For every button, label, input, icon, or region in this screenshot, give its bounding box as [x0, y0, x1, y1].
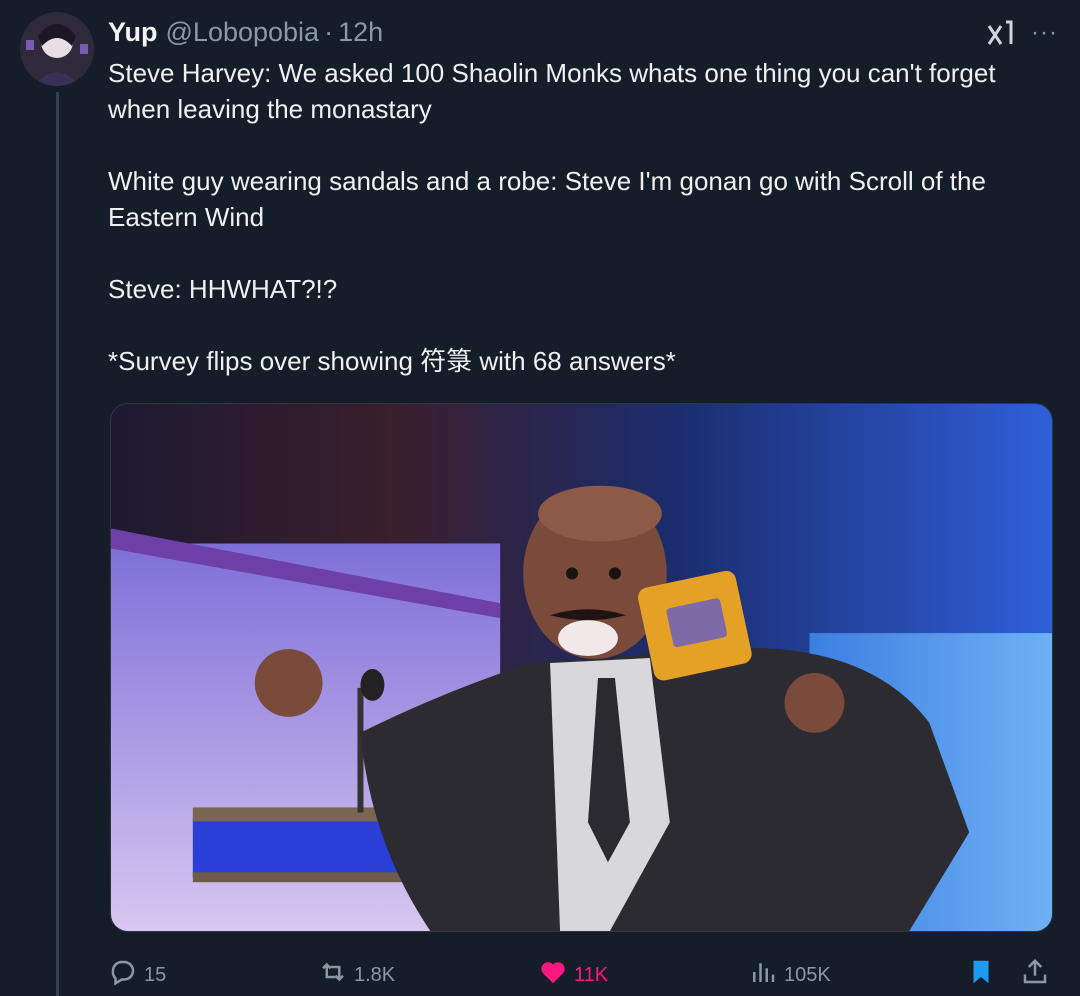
more-icon[interactable]: ···	[1031, 21, 1058, 45]
tweet[interactable]: Yup @Lobopobia · 12h ··· Steve Harvey: W…	[0, 0, 1080, 996]
separator-dot: ·	[324, 16, 334, 47]
tweet-line-4: *Survey flips over showing 符箓 with 68 an…	[108, 346, 676, 376]
display-name[interactable]: Yup	[108, 17, 158, 48]
tweet-line-2: White guy wearing sandals and a robe: St…	[108, 166, 986, 232]
media-image	[111, 404, 1052, 931]
heart-icon	[538, 957, 568, 993]
avatar[interactable]	[20, 12, 94, 86]
avatar-image	[20, 12, 94, 86]
views-button[interactable]: 105K	[748, 957, 831, 993]
reply-count: 15	[144, 963, 167, 986]
reply-button[interactable]: 15	[108, 957, 166, 993]
tweet-media[interactable]	[110, 403, 1053, 932]
share-icon	[1020, 957, 1050, 993]
tweet-line-3: Steve: HHWHAT?!?	[108, 274, 338, 304]
repost-count: 1.8K	[354, 963, 396, 986]
bookmark-button[interactable]	[966, 957, 996, 993]
grok-icon[interactable]	[983, 16, 1017, 50]
timestamp[interactable]: 12h	[338, 17, 383, 48]
like-count: 11K	[574, 963, 609, 986]
thread-line	[56, 92, 59, 996]
views-count: 105K	[784, 963, 831, 986]
views-icon	[748, 957, 778, 993]
top-actions: ···	[983, 16, 1058, 50]
tweet-header: Yup @Lobopobia · 12h	[108, 14, 383, 50]
tweet-line-1: Steve Harvey: We asked 100 Shaolin Monks…	[108, 58, 996, 124]
reply-icon	[108, 957, 138, 993]
repost-button[interactable]: 1.8K	[318, 957, 395, 993]
handle[interactable]: @Lobopobia	[166, 17, 320, 48]
action-bar: 15 1.8K 11K 105K	[108, 955, 1058, 995]
bookmark-icon	[966, 957, 996, 993]
repost-icon	[318, 957, 348, 993]
like-button[interactable]: 11K	[538, 957, 608, 993]
tweet-text: Steve Harvey: We asked 100 Shaolin Monks…	[108, 55, 1058, 379]
share-button[interactable]	[1020, 957, 1050, 993]
